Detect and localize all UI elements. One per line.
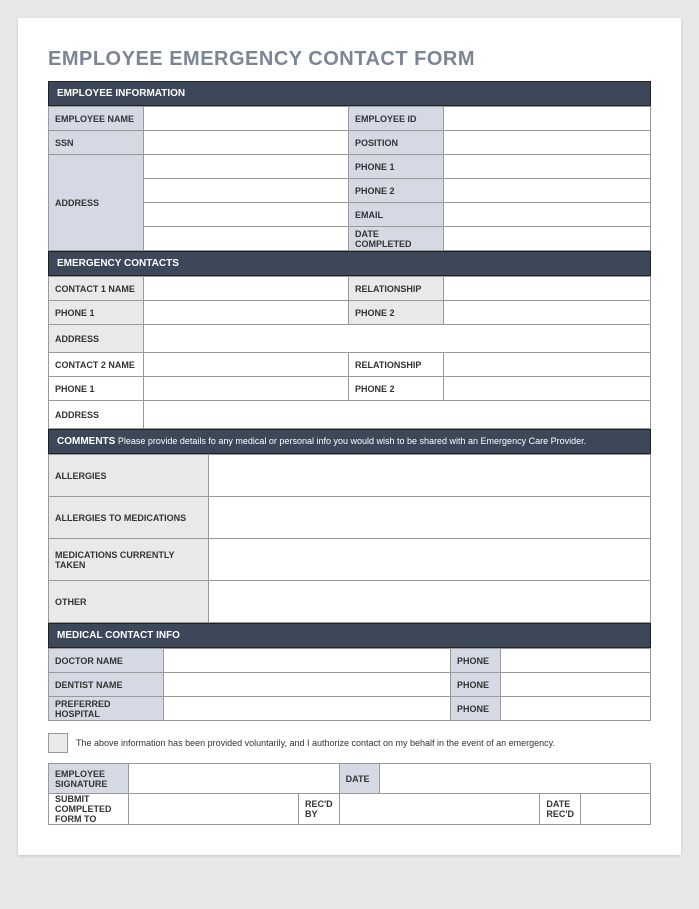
label-contact1-phone1: PHONE 1 [49, 301, 144, 325]
label-dentist: DENTIST NAME [49, 673, 164, 697]
label-contact2-phone1: PHONE 1 [49, 377, 144, 401]
field-email[interactable] [444, 203, 651, 227]
authorization-row: The above information has been provided … [48, 733, 651, 753]
field-contact2-phone2[interactable] [444, 377, 651, 401]
comments-table: ALLERGIES ALLERGIES TO MEDICATIONS MEDIC… [48, 454, 651, 623]
field-employee-id[interactable] [444, 107, 651, 131]
label-contact1-address: ADDRESS [49, 325, 144, 353]
field-phone1[interactable] [444, 155, 651, 179]
authorization-text: The above information has been provided … [76, 738, 555, 748]
label-dentist-phone: PHONE [451, 673, 501, 697]
label-hospital-phone: PHONE [451, 697, 501, 721]
employee-info-table: EMPLOYEE NAME EMPLOYEE ID SSN POSITION A… [48, 106, 651, 251]
field-ssn[interactable] [144, 131, 349, 155]
field-contact1-name[interactable] [144, 277, 349, 301]
label-contact2-address: ADDRESS [49, 401, 144, 429]
label-phone1: PHONE 1 [349, 155, 444, 179]
label-allergies-meds: ALLERGIES TO MEDICATIONS [49, 497, 209, 539]
field-address-4[interactable] [144, 227, 349, 251]
label-signature: EMPLOYEE SIGNATURE [49, 764, 129, 794]
label-address: ADDRESS [49, 155, 144, 251]
label-meds-taken: MEDICATIONS CURRENTLY TAKEN [49, 539, 209, 581]
field-contact1-address[interactable] [144, 325, 651, 353]
field-employee-name[interactable] [144, 107, 349, 131]
field-contact2-name[interactable] [144, 353, 349, 377]
label-phone2: PHONE 2 [349, 179, 444, 203]
label-allergies: ALLERGIES [49, 455, 209, 497]
comments-header-bold: COMMENTS [57, 436, 115, 447]
label-signature-date: DATE [339, 764, 379, 794]
field-contact2-relationship[interactable] [444, 353, 651, 377]
label-doctor-phone: PHONE [451, 649, 501, 673]
medical-contact-table: DOCTOR NAME PHONE DENTIST NAME PHONE PRE… [48, 648, 651, 721]
field-contact1-phone2[interactable] [444, 301, 651, 325]
section-header-emergency: EMERGENCY CONTACTS [48, 251, 651, 276]
label-contact1-name: CONTACT 1 NAME [49, 277, 144, 301]
field-other[interactable] [209, 581, 651, 623]
form-page: EMPLOYEE EMERGENCY CONTACT FORM EMPLOYEE… [18, 18, 681, 855]
field-allergies-meds[interactable] [209, 497, 651, 539]
label-contact2-name: CONTACT 2 NAME [49, 353, 144, 377]
label-employee-id: EMPLOYEE ID [349, 107, 444, 131]
field-signature[interactable] [129, 764, 340, 794]
field-address-1[interactable] [144, 155, 349, 179]
field-dentist[interactable] [164, 673, 451, 697]
section-header-medical: MEDICAL CONTACT INFO [48, 623, 651, 648]
label-other: OTHER [49, 581, 209, 623]
label-contact2-phone2: PHONE 2 [349, 377, 444, 401]
label-date-completed: DATE COMPLETED [349, 227, 444, 251]
label-submit-to: SUBMIT COMPLETED FORM TO [49, 794, 129, 825]
label-email: EMAIL [349, 203, 444, 227]
field-dentist-phone[interactable] [501, 673, 651, 697]
signature-table: EMPLOYEE SIGNATURE DATE SUBMIT COMPLETED… [48, 763, 651, 825]
label-ssn: SSN [49, 131, 144, 155]
field-position[interactable] [444, 131, 651, 155]
label-position: POSITION [349, 131, 444, 155]
field-submit-to[interactable] [129, 794, 299, 825]
field-signature-date[interactable] [379, 764, 650, 794]
comments-header-text: Please provide details fo any medical or… [115, 436, 586, 446]
field-doctor-phone[interactable] [501, 649, 651, 673]
label-contact1-relationship: RELATIONSHIP [349, 277, 444, 301]
label-recd-by: REC'D BY [299, 794, 340, 825]
label-hospital: PREFERRED HOSPITAL [49, 697, 164, 721]
field-contact1-phone1[interactable] [144, 301, 349, 325]
field-date-recd[interactable] [581, 794, 651, 825]
field-date-completed[interactable] [444, 227, 651, 251]
field-contact2-phone1[interactable] [144, 377, 349, 401]
label-employee-name: EMPLOYEE NAME [49, 107, 144, 131]
section-header-employee: EMPLOYEE INFORMATION [48, 81, 651, 106]
field-hospital-phone[interactable] [501, 697, 651, 721]
field-contact2-address[interactable] [144, 401, 651, 429]
section-header-comments: COMMENTS Please provide details fo any m… [48, 429, 651, 454]
field-hospital[interactable] [164, 697, 451, 721]
label-contact1-phone2: PHONE 2 [349, 301, 444, 325]
field-meds-taken[interactable] [209, 539, 651, 581]
field-allergies[interactable] [209, 455, 651, 497]
authorization-checkbox[interactable] [48, 733, 68, 753]
field-recd-by[interactable] [339, 794, 540, 825]
field-contact1-relationship[interactable] [444, 277, 651, 301]
field-address-2[interactable] [144, 179, 349, 203]
label-doctor: DOCTOR NAME [49, 649, 164, 673]
field-phone2[interactable] [444, 179, 651, 203]
page-title: EMPLOYEE EMERGENCY CONTACT FORM [48, 48, 651, 71]
field-doctor[interactable] [164, 649, 451, 673]
emergency-contacts-table: CONTACT 1 NAME RELATIONSHIP PHONE 1 PHON… [48, 276, 651, 429]
label-date-recd: DATE REC'D [540, 794, 581, 825]
label-contact2-relationship: RELATIONSHIP [349, 353, 444, 377]
field-address-3[interactable] [144, 203, 349, 227]
